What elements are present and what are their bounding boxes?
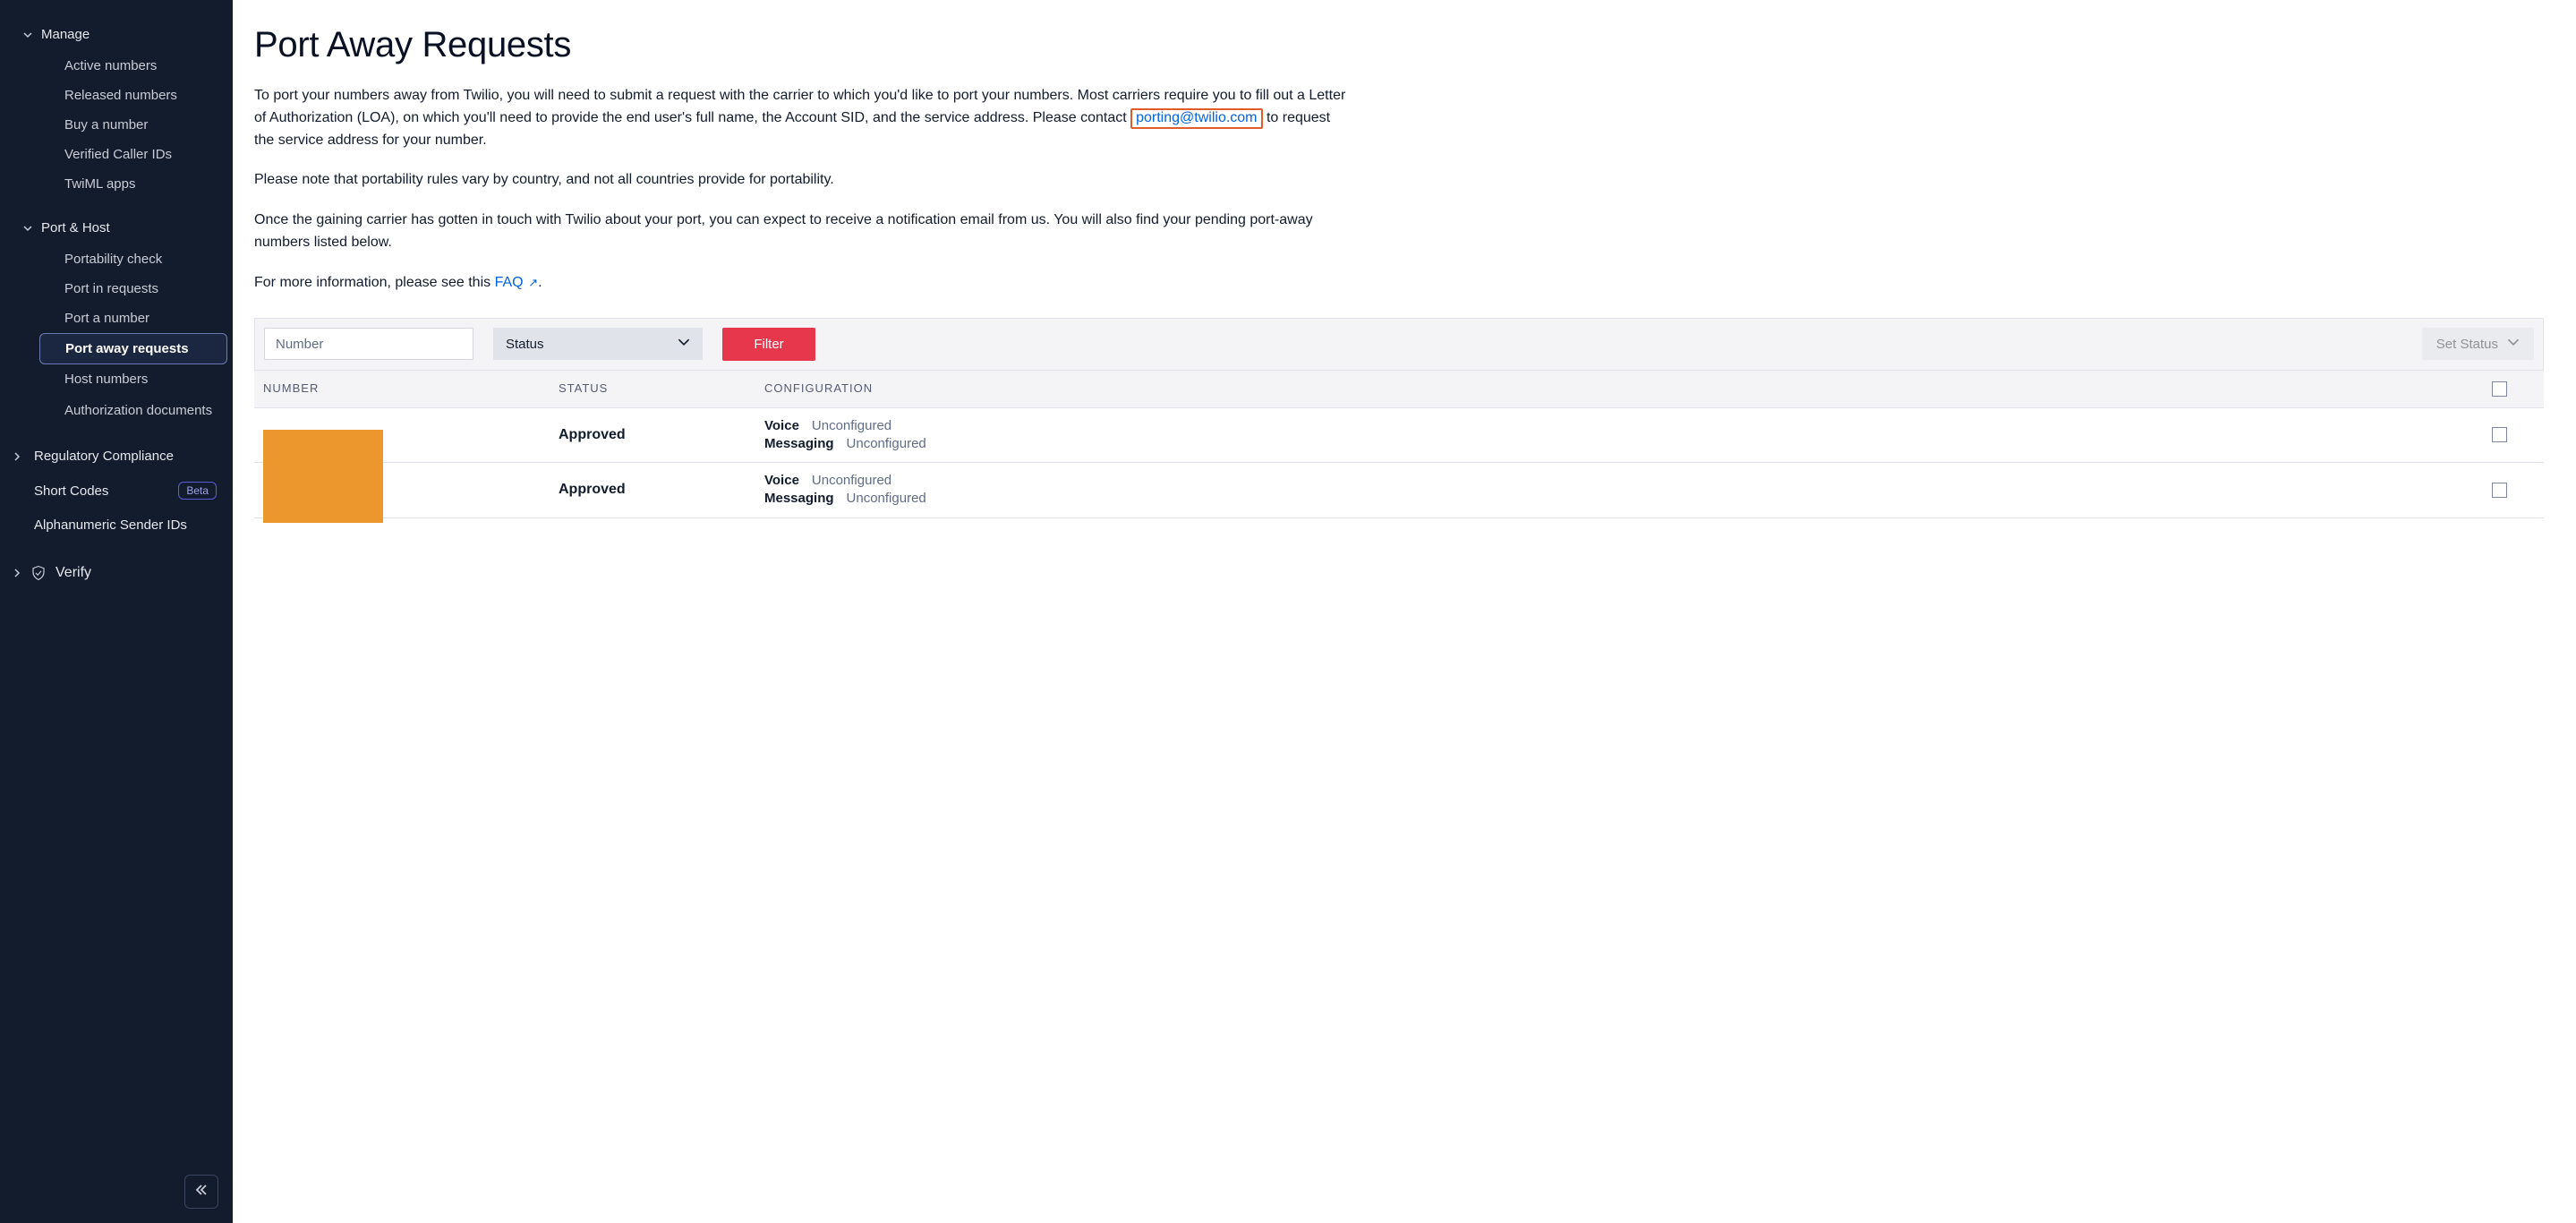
chevron-down-icon — [678, 336, 690, 352]
sidebar-group-port-host[interactable]: Port & Host — [0, 211, 233, 244]
row-select-cell — [2463, 427, 2535, 442]
faq-link[interactable]: FAQ — [495, 275, 524, 290]
sidebar-item-verify[interactable]: Verify — [0, 554, 233, 592]
sidebar-item-twiml-apps[interactable]: TwiML apps — [0, 169, 233, 199]
shield-check-icon — [30, 565, 47, 581]
beta-badge: Beta — [178, 482, 217, 500]
row-checkbox[interactable] — [2492, 483, 2507, 498]
col-header-select — [2463, 381, 2535, 397]
set-status-dropdown[interactable]: Set Status — [2422, 328, 2534, 360]
sidebar-item-port-a-number[interactable]: Port a number — [0, 304, 233, 333]
table-row: Approved Voice Unconfigured Messaging Unco… — [254, 408, 2544, 464]
sidebar-group-label: Port & Host — [41, 220, 110, 235]
redacted-number — [263, 430, 383, 523]
select-all-checkbox[interactable] — [2492, 381, 2507, 397]
status-cell: Approved — [559, 427, 764, 443]
chevron-down-icon — [2507, 336, 2520, 352]
col-header-number: NUMBER — [263, 381, 559, 397]
sidebar-item-label: Verify — [55, 565, 91, 581]
external-link-icon: ↗ — [525, 276, 539, 289]
intro-paragraph-2: Please note that portability rules vary … — [254, 169, 1346, 192]
row-checkbox[interactable] — [2492, 427, 2507, 442]
intro-paragraph-1: To port your numbers away from Twilio, y… — [254, 85, 1346, 151]
page-title: Port Away Requests — [254, 25, 2544, 65]
col-header-status: STATUS — [559, 381, 764, 397]
sidebar-item-verified-caller-ids[interactable]: Verified Caller IDs — [0, 140, 233, 169]
sidebar-item-label: Short Codes — [34, 483, 108, 499]
chevron-right-icon — [13, 569, 21, 577]
sidebar-item-label: Alphanumeric Sender IDs — [34, 517, 187, 533]
sidebar-item-released-numbers[interactable]: Released numbers — [0, 81, 233, 110]
status-filter-label: Status — [506, 337, 544, 352]
intro-paragraph-3: Once the gaining carrier has gotten in t… — [254, 210, 1346, 254]
sidebar-item-label: Regulatory Compliance — [34, 449, 174, 464]
status-cell: Approved — [559, 482, 764, 498]
sidebar-item-host-numbers[interactable]: Host numbers — [0, 364, 233, 394]
config-val-messaging: Unconfigured — [847, 436, 926, 451]
filter-bar: Status Filter Set Status — [254, 318, 2544, 371]
config-key-voice: Voice — [764, 473, 799, 488]
table-header: NUMBER STATUS CONFIGURATION — [254, 371, 2544, 408]
main-content: Port Away Requests To port your numbers … — [233, 0, 2576, 1223]
sidebar-item-port-in-requests[interactable]: Port in requests — [0, 274, 233, 304]
table-row: Approved Voice Unconfigured Messaging Unco… — [254, 463, 2544, 518]
sidebar-item-port-away-requests[interactable]: Port away requests — [39, 333, 227, 364]
collapse-sidebar-button[interactable] — [184, 1175, 218, 1209]
set-status-label: Set Status — [2436, 337, 2498, 352]
chevron-double-left-icon — [194, 1183, 209, 1202]
sidebar-item-buy-a-number[interactable]: Buy a number — [0, 110, 233, 140]
sidebar: Manage Active numbers Released numbers B… — [0, 0, 233, 1223]
config-key-messaging: Messaging — [764, 491, 834, 506]
sidebar-group-manage[interactable]: Manage — [0, 18, 233, 51]
sidebar-item-active-numbers[interactable]: Active numbers — [0, 51, 233, 81]
sidebar-item-short-codes[interactable]: Short Codes Beta — [0, 473, 233, 509]
config-val-voice: Unconfigured — [812, 473, 891, 488]
configuration-cell: Voice Unconfigured Messaging Unconfigured — [764, 472, 2463, 509]
col-header-configuration: CONFIGURATION — [764, 381, 2463, 397]
status-filter-dropdown[interactable]: Status — [493, 328, 703, 360]
configuration-cell: Voice Unconfigured Messaging Unconfigured — [764, 417, 2463, 454]
config-key-voice: Voice — [764, 418, 799, 433]
number-filter-input[interactable] — [264, 328, 473, 360]
sidebar-item-portability-check[interactable]: Portability check — [0, 244, 233, 274]
sidebar-scroll: Manage Active numbers Released numbers B… — [0, 0, 233, 1223]
sidebar-group-label: Manage — [41, 27, 90, 42]
sidebar-item-authorization-documents[interactable]: Authorization documents — [0, 394, 233, 427]
config-key-messaging: Messaging — [764, 436, 834, 451]
config-val-voice: Unconfigured — [812, 418, 891, 433]
intro-text-4a: For more information, please see this — [254, 275, 495, 290]
chevron-down-icon — [23, 30, 32, 39]
sidebar-item-alphanumeric-sender-ids[interactable]: Alphanumeric Sender IDs — [0, 509, 233, 542]
intro-paragraph-4: For more information, please see this FA… — [254, 272, 1346, 295]
chevron-down-icon — [23, 224, 32, 233]
chevron-right-icon — [13, 452, 21, 461]
sidebar-item-regulatory-compliance[interactable]: Regulatory Compliance — [0, 440, 233, 473]
porting-email-link[interactable]: porting@twilio.com — [1130, 108, 1262, 129]
filter-button[interactable]: Filter — [722, 328, 815, 361]
config-val-messaging: Unconfigured — [847, 491, 926, 506]
row-select-cell — [2463, 483, 2535, 498]
